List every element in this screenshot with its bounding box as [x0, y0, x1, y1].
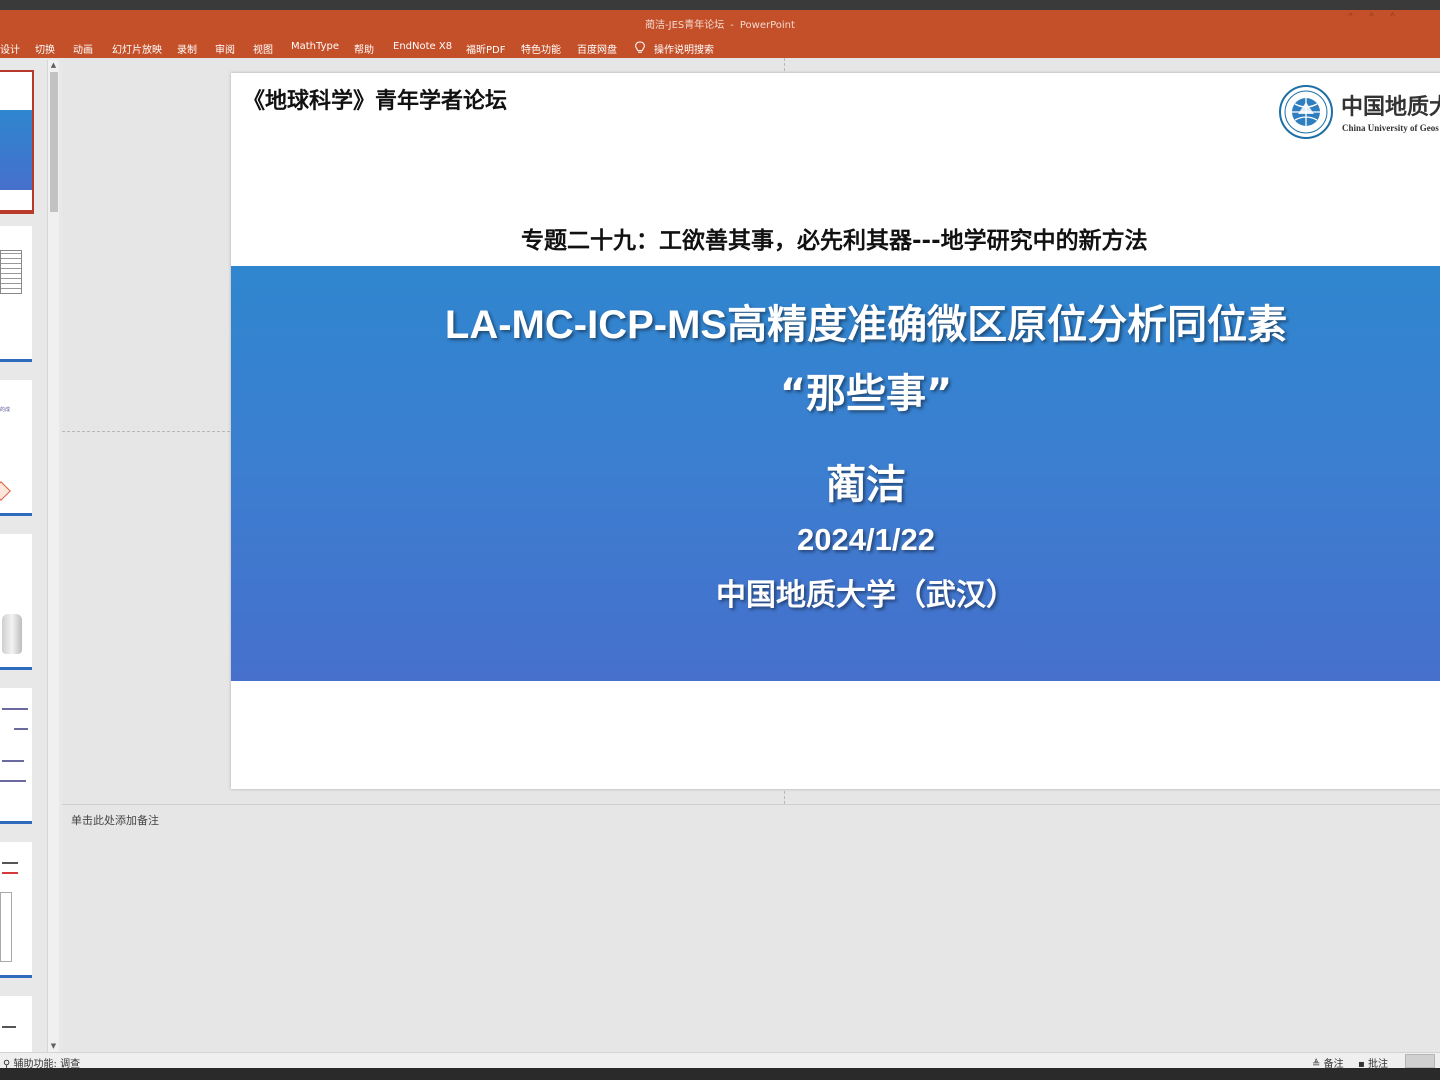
thumbnail-scrollbar[interactable]: ▲ ▼: [47, 60, 59, 1052]
lightbulb-icon: [635, 41, 645, 53]
title-banner[interactable]: LA-MC-ICP-MS高精度准确微区原位分析同位素 “那些事” 蔺洁 2024…: [231, 266, 1440, 681]
sub-title[interactable]: “那些事”: [231, 361, 1440, 419]
tab-slideshow[interactable]: 幻灯片放映: [112, 41, 162, 56]
scroll-down-arrow-icon[interactable]: ▼: [48, 1041, 59, 1052]
slide-thumbnail-1[interactable]: [0, 70, 34, 214]
tab-design[interactable]: 设计: [0, 41, 20, 56]
window-title: 蔺洁-JES青年论坛 - PowerPoint: [645, 20, 795, 31]
tell-me-search[interactable]: 操作说明搜索: [654, 41, 714, 56]
thumbnail-diamond-shape: [0, 481, 11, 501]
tab-review[interactable]: 审阅: [215, 41, 235, 56]
main-title[interactable]: LA-MC-ICP-MS高精度准确微区原位分析同位素: [231, 292, 1440, 350]
slide-thumbnail-3[interactable]: 的成: [0, 380, 32, 516]
slide-thumbnail-6[interactable]: [0, 842, 32, 978]
slide-thumbnail-5[interactable]: [0, 688, 32, 824]
scrollbar-thumb[interactable]: [50, 72, 58, 212]
notes-placeholder[interactable]: 单击此处添加备注: [71, 812, 159, 828]
normal-view-button[interactable]: [1405, 1054, 1435, 1068]
thumbnail-text-line: [14, 728, 28, 730]
tab-foxit-pdf[interactable]: 福昕PDF: [466, 41, 505, 56]
thumbnail-table: [0, 250, 22, 294]
title-bar-decoration: ˄˄˄: [1347, 12, 1410, 28]
forum-title[interactable]: 《地球科学》青年学者论坛: [243, 83, 507, 115]
document-name: 蔺洁-JES青年论坛: [645, 20, 725, 31]
slide-thumbnail-2[interactable]: [0, 226, 32, 362]
topic-heading[interactable]: 专题二十九：工欲善其事，必先利其器---地学研究中的新方法: [521, 221, 1148, 255]
university-emblem-icon: [1279, 85, 1333, 139]
slide-thumbnail-4[interactable]: [0, 534, 32, 670]
thumbnail-text-line: [2, 708, 28, 710]
scroll-up-arrow-icon[interactable]: ▲: [48, 60, 59, 71]
slide-thumbnail-7[interactable]: [0, 996, 32, 1052]
tab-help[interactable]: 帮助: [354, 41, 374, 56]
notes-pane[interactable]: 单击此处添加备注: [62, 804, 1440, 1052]
app-name: PowerPoint: [739, 20, 795, 31]
university-name-en: China University of Geos: [1342, 123, 1439, 133]
slide-editor: 《地球科学》青年学者论坛 中国地质大 China University of G…: [62, 58, 1440, 804]
thumbnail-text-line: [0, 780, 26, 782]
tab-transitions[interactable]: 切换: [35, 41, 55, 56]
thumbnail-text-line: [2, 1026, 16, 1028]
screen-top-strip: [0, 0, 1440, 10]
tab-mathtype[interactable]: MathType: [291, 41, 339, 52]
tab-view[interactable]: 视图: [253, 41, 273, 56]
presentation-date[interactable]: 2024/1/22: [231, 522, 1440, 558]
ribbon-tabs: 设计 切换 动画 幻灯片放映 录制 审阅 视图 MathType 帮助 EndN…: [0, 36, 1440, 58]
tab-animations[interactable]: 动画: [73, 41, 93, 56]
thumbnail-figure: [0, 892, 12, 962]
affiliation[interactable]: 中国地质大学（武汉）: [231, 570, 1440, 614]
slide-canvas[interactable]: 《地球科学》青年学者论坛 中国地质大 China University of G…: [231, 73, 1440, 789]
thumbnail-bottle-image: [2, 614, 22, 654]
author-name[interactable]: 蔺洁: [231, 452, 1440, 510]
thumbnail-text-line: [2, 760, 24, 762]
thumbnail-banner: [0, 110, 32, 190]
screen-bottom-strip: [0, 1068, 1440, 1080]
thumbnail-text-line: [2, 862, 18, 864]
status-bar: ⚲ 辅助功能: 调查 ≜ 备注 ▪ 批注: [0, 1052, 1440, 1070]
tab-special-features[interactable]: 特色功能: [521, 41, 561, 56]
thumbnail-text-line: [2, 872, 18, 874]
tab-record[interactable]: 录制: [177, 41, 197, 56]
university-name-cn: 中国地质大: [1341, 94, 1440, 120]
thumbnail-text: 的成: [0, 407, 11, 413]
tab-baidu-netdisk[interactable]: 百度网盘: [577, 41, 617, 56]
tab-endnote[interactable]: EndNote X8: [393, 41, 452, 52]
